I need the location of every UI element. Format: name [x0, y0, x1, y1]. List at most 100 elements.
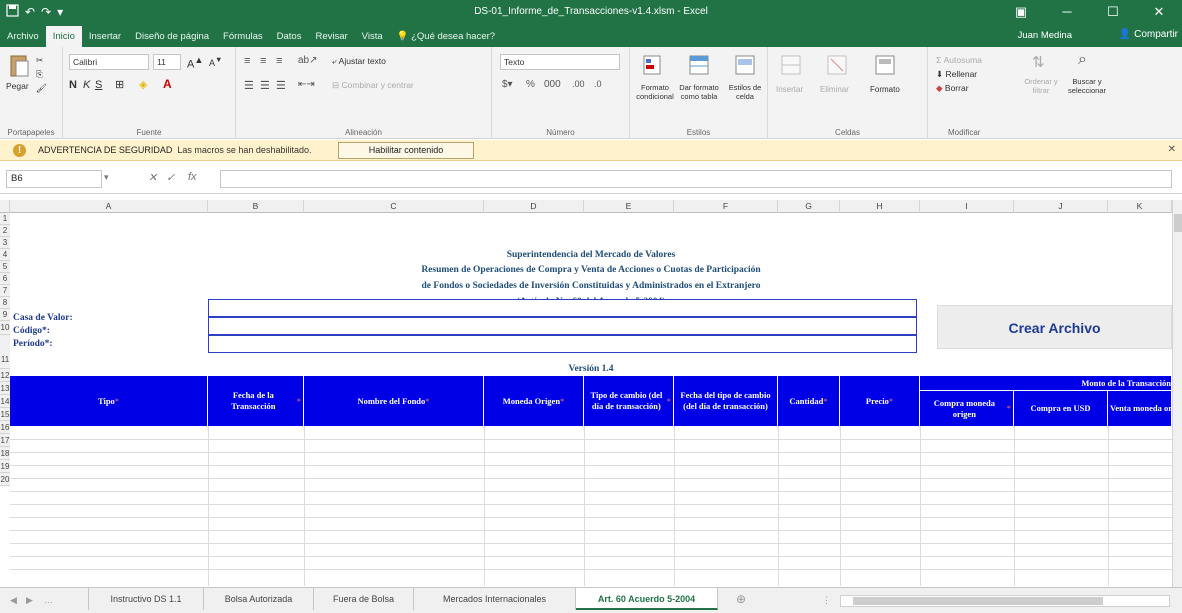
paste-icon[interactable]: [8, 53, 30, 79]
codigo-input[interactable]: [208, 317, 917, 335]
sheet-tab-fuera-de-bolsa[interactable]: Fuera de Bolsa: [314, 588, 414, 610]
vertical-scroll-thumb[interactable]: [1174, 214, 1182, 232]
column-header-a[interactable]: A: [10, 200, 208, 213]
column-header-g[interactable]: G: [778, 200, 840, 213]
add-sheet-icon[interactable]: ⊕: [736, 592, 746, 606]
minimize-icon[interactable]: ─: [1044, 0, 1090, 26]
row-header[interactable]: 12: [0, 369, 10, 382]
column-header-k[interactable]: K: [1108, 200, 1172, 213]
horizontal-scrollbar[interactable]: [840, 595, 1170, 607]
row-header[interactable]: 15: [0, 408, 10, 421]
column-header-b[interactable]: B: [208, 200, 304, 213]
conditional-format-button[interactable]: Formato condicional: [634, 83, 676, 101]
scroll-tabs-right-icon[interactable]: ▶: [26, 595, 33, 606]
tab-file[interactable]: Archivo: [0, 26, 46, 47]
italic-icon[interactable]: K: [83, 79, 90, 91]
vertical-scrollbar[interactable]: [1172, 200, 1182, 587]
row-header[interactable]: 8: [0, 297, 10, 309]
grow-font-icon[interactable]: A▲: [187, 55, 203, 71]
tab-data[interactable]: Datos: [270, 26, 309, 47]
copy-icon[interactable]: ⎘: [36, 69, 43, 80]
insert-cells-button[interactable]: Insertar: [776, 85, 803, 94]
number-format-select[interactable]: Texto: [500, 54, 620, 70]
casa-de-valor-input[interactable]: [208, 299, 917, 317]
indent-icon[interactable]: ⇤⇥: [298, 79, 315, 90]
row-header[interactable]: 13: [0, 382, 10, 395]
column-header-h[interactable]: H: [840, 200, 920, 213]
font-size-select[interactable]: 11: [153, 54, 181, 70]
autosum-button[interactable]: Σ Autosuma: [936, 55, 982, 65]
font-color-icon[interactable]: A: [163, 77, 172, 91]
row-header[interactable]: 16: [0, 421, 10, 434]
crear-archivo-button[interactable]: Crear Archivo: [937, 305, 1172, 349]
fill-color-icon[interactable]: ◈: [139, 78, 147, 91]
middle-align-icon[interactable]: ≡: [260, 55, 266, 67]
format-table-button[interactable]: Dar formato como tabla: [676, 83, 722, 101]
find-select-button[interactable]: Buscar y seleccionar: [1064, 77, 1110, 95]
row-header[interactable]: 7: [0, 285, 10, 297]
row-header[interactable]: 4: [0, 249, 10, 261]
cut-icon[interactable]: ✂: [36, 55, 43, 66]
insert-function-icon[interactable]: fx: [188, 171, 197, 183]
tab-split-handle[interactable]: ⋮: [822, 595, 831, 606]
delete-cells-button[interactable]: Eliminar: [820, 85, 849, 94]
row-header[interactable]: 20: [0, 473, 10, 486]
shrink-font-icon[interactable]: A▼: [209, 55, 222, 68]
merge-center-button[interactable]: ⊟ Combinar y centrar: [332, 80, 414, 91]
top-align-icon[interactable]: ≡: [244, 55, 250, 67]
cell-styles-button[interactable]: Estilos de celda: [724, 83, 766, 101]
column-header-f[interactable]: F: [674, 200, 778, 213]
periodo-input[interactable]: [208, 335, 917, 353]
borders-icon[interactable]: ⊞: [115, 78, 124, 91]
row-header[interactable]: 17: [0, 434, 10, 447]
align-center-icon[interactable]: ☰: [260, 79, 270, 92]
row-header[interactable]: 5: [0, 261, 10, 273]
tab-page-layout[interactable]: Diseño de página: [128, 26, 216, 47]
font-name-select[interactable]: Calibri: [69, 54, 149, 70]
row-header[interactable]: 3: [0, 237, 10, 249]
sheet-tab-bolsa-autorizada[interactable]: Bolsa Autorizada: [204, 588, 314, 610]
format-painter-icon[interactable]: 🖌: [36, 83, 47, 94]
tab-insert[interactable]: Insertar: [82, 26, 128, 47]
scroll-tabs-left-icon[interactable]: ◀: [10, 595, 17, 606]
column-header-d[interactable]: D: [484, 200, 584, 213]
user-name[interactable]: Juan Medina: [1018, 30, 1072, 41]
bottom-align-icon[interactable]: ≡: [276, 55, 282, 67]
close-icon[interactable]: ✕: [1136, 0, 1182, 26]
underline-icon[interactable]: S: [95, 79, 102, 91]
wrap-text-button[interactable]: ⤶ Ajustar texto: [332, 56, 386, 67]
ribbon-display-icon[interactable]: ▣: [998, 0, 1044, 26]
sheet-tab-art-60[interactable]: Art. 60 Acuerdo 5-2004: [576, 588, 718, 610]
confirm-entry-icon[interactable]: ✓: [166, 171, 175, 184]
sheet-tab-mercados-internacionales[interactable]: Mercados Internacionales: [414, 588, 576, 610]
row-header[interactable]: 6: [0, 273, 10, 285]
row-header[interactable]: 19: [0, 460, 10, 473]
sort-filter-button[interactable]: Ordenar y filtrar: [1020, 77, 1062, 95]
sheet-tab-instructivo[interactable]: Instructivo DS 1.1: [88, 588, 204, 610]
more-tabs-icon[interactable]: …: [44, 595, 53, 605]
clear-button[interactable]: ◆ Borrar: [936, 83, 969, 94]
column-header-c[interactable]: C: [304, 200, 484, 213]
formula-input[interactable]: [220, 170, 1172, 188]
select-all-corner[interactable]: [0, 200, 10, 213]
accounting-format-icon[interactable]: $▾: [502, 79, 513, 90]
row-header[interactable]: 18: [0, 447, 10, 460]
horizontal-scroll-thumb[interactable]: [853, 597, 1103, 605]
maximize-icon[interactable]: ☐: [1090, 0, 1136, 26]
share-button[interactable]: 👤 Compartir: [1119, 29, 1178, 40]
bold-icon[interactable]: N: [69, 79, 77, 91]
name-box-dropdown-icon[interactable]: ▾: [104, 172, 109, 183]
tab-formulas[interactable]: Fórmulas: [216, 26, 270, 47]
align-left-icon[interactable]: ☰: [244, 79, 254, 92]
paste-button[interactable]: Pegar: [6, 81, 29, 91]
cancel-entry-icon[interactable]: ✕: [148, 171, 157, 184]
name-box[interactable]: B6: [6, 170, 102, 188]
percent-icon[interactable]: %: [526, 79, 535, 90]
enable-content-button[interactable]: Habilitar contenido: [338, 142, 474, 159]
orientation-icon[interactable]: ab↗: [298, 55, 318, 66]
fill-button[interactable]: ⬇ Rellenar: [936, 69, 977, 80]
row-header[interactable]: 11: [0, 335, 10, 369]
row-header[interactable]: 14: [0, 395, 10, 408]
column-header-i[interactable]: I: [920, 200, 1014, 213]
column-header-j[interactable]: J: [1014, 200, 1108, 213]
